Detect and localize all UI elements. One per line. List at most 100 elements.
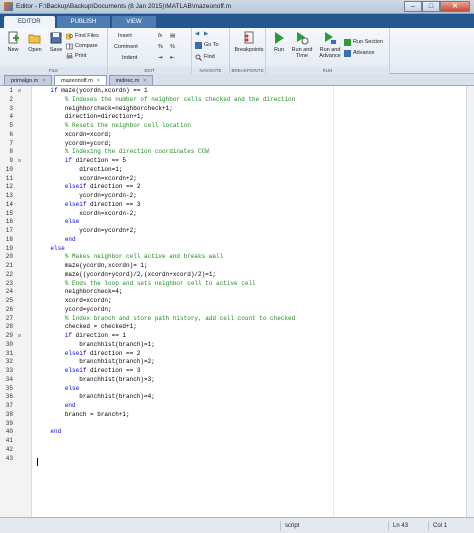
insert-button[interactable]: Insert <box>118 32 132 40</box>
comment-button[interactable]: Comment <box>114 43 138 51</box>
function-icon[interactable]: fx <box>158 32 162 40</box>
find-button[interactable]: Find <box>195 53 215 61</box>
compare-button[interactable]: Compare <box>66 42 98 50</box>
code-line[interactable]: 38 branch = branch+1; <box>0 411 460 420</box>
code-text: % Indexing the direction coordinates CCW <box>36 148 209 157</box>
find-files-button[interactable]: Find Files <box>66 32 99 40</box>
run-and-advance-button[interactable]: Run and Advance <box>316 31 344 59</box>
open-button[interactable]: Open <box>24 31 46 53</box>
code-line[interactable]: 6 xcordn=xcord; <box>0 131 460 140</box>
code-line[interactable]: 8 % Indexing the direction coordinates C… <box>0 148 460 157</box>
code-line[interactable]: 41 <box>0 437 460 446</box>
insert-section-icon[interactable]: ▤ <box>170 32 175 40</box>
code-line[interactable]: 22 maze((ycordn+ycord)/2,(xcordn+xcord)/… <box>0 271 460 280</box>
line-number: 43 <box>5 454 13 462</box>
go-to-icon <box>195 41 202 49</box>
code-line[interactable]: 9 ⊟ if direction == 5 <box>0 157 460 166</box>
tab-view[interactable]: VIEW <box>112 16 156 28</box>
code-line[interactable]: 12 elseif direction == 2 <box>0 183 460 192</box>
close-button[interactable]: ✕ <box>440 1 470 12</box>
close-tab-icon[interactable]: × <box>42 76 45 86</box>
line-number: 5 <box>9 122 13 129</box>
code-line[interactable]: 7 ycordn=ycord; <box>0 140 460 149</box>
code-line[interactable]: 29 ⊟ if direction == 1 <box>0 332 460 341</box>
code-line[interactable]: 39 <box>0 420 460 429</box>
code-line[interactable]: 40 end <box>0 428 460 437</box>
code-line[interactable]: 36 branchhist(branch)=4; <box>0 393 460 402</box>
code-line[interactable]: 32 branchhist(branch)=2; <box>0 358 460 367</box>
code-line[interactable]: 43 <box>0 455 460 464</box>
status-line: Ln 43 <box>388 521 424 531</box>
run-and-time-button[interactable]: Run and Time <box>290 31 314 59</box>
indent-icon[interactable]: ⇥ <box>158 54 163 62</box>
code-line[interactable]: 4 direction=direction+1; <box>0 113 460 122</box>
code-line[interactable]: 24 neighborcheck=4; <box>0 288 460 297</box>
code-line[interactable]: 15 xcordn=xcordn-2; <box>0 210 460 219</box>
code-token: branchhist(branch)=3; <box>79 375 155 383</box>
minimize-button[interactable]: – <box>404 1 422 12</box>
code-editor[interactable]: 1 ⊟ if maze(ycordn,xcordn) == 12 % Indexe… <box>0 86 474 517</box>
code-line[interactable]: 37 end <box>0 402 460 411</box>
code-line[interactable]: 31 elseif direction == 2 <box>0 350 460 359</box>
code-line[interactable]: 20 % Makes neighbor cell active and brea… <box>0 253 460 262</box>
comment-icon[interactable]: % <box>158 43 163 51</box>
code-line[interactable]: 16 else <box>0 218 460 227</box>
code-line[interactable]: 19 else <box>0 245 460 254</box>
code-line[interactable]: 33 elseif direction == 3 <box>0 367 460 376</box>
code-line[interactable]: 34 branchhist(branch)=3; <box>0 376 460 385</box>
tab-editor[interactable]: EDITOR <box>4 16 55 28</box>
line-number: 15 <box>5 209 13 217</box>
vertical-scrollbar[interactable] <box>466 86 474 517</box>
code-line[interactable]: 17 ycordn=ycordn+2; <box>0 227 460 236</box>
close-tab-icon[interactable]: × <box>97 76 100 86</box>
code-line[interactable]: 1 ⊟ if maze(ycordn,xcordn) == 1 <box>0 87 460 96</box>
fold-marker[interactable]: ⊟ <box>18 332 26 341</box>
file-tab-inidirec[interactable]: inidirec.m × <box>108 75 154 86</box>
code-line[interactable]: 35 else <box>0 385 460 394</box>
file-tab-mazeonoff[interactable]: mazeonoff.m × <box>54 75 107 85</box>
code-text: maze((ycordn+ycord)/2,(xcordn+xcord)/2)=… <box>36 271 216 280</box>
code-line[interactable]: 42 <box>0 446 460 455</box>
code-line[interactable]: 27 % Index branch and store path history… <box>0 315 460 324</box>
run-button[interactable]: Run <box>268 31 290 53</box>
save-button[interactable]: Save <box>45 31 67 53</box>
forward-arrow-icon[interactable]: ▶ <box>204 30 208 38</box>
line-number: 19 <box>5 244 13 252</box>
back-arrow-icon[interactable]: ◀ <box>195 30 199 38</box>
fold-marker[interactable]: ⊟ <box>18 87 26 96</box>
code-text: xcordn=xcordn-2; <box>36 210 137 219</box>
run-section-button[interactable]: Run Section <box>344 38 383 46</box>
close-tab-icon[interactable]: × <box>143 76 146 86</box>
tab-publish[interactable]: PUBLISH <box>56 16 111 28</box>
file-tab-primalgo[interactable]: primalgo.m × <box>4 75 53 86</box>
print-button[interactable]: Print <box>66 52 86 60</box>
code-line[interactable]: 28 checked = checked+1; <box>0 323 460 332</box>
code-line[interactable]: 21 maze(ycordn,xcordn)= 1; <box>0 262 460 271</box>
uncomment-icon[interactable]: % <box>170 43 175 51</box>
run-group-label: RUN <box>266 67 389 74</box>
code-line[interactable]: 18 end <box>0 236 460 245</box>
code-line[interactable]: 11 xcordn=xcordn+2; <box>0 175 460 184</box>
code-line[interactable]: 23 % Ends the loop and sets neighbor cel… <box>0 280 460 289</box>
code-line[interactable]: 13 ycordn=ycordn-2; <box>0 192 460 201</box>
breakpoints-button[interactable]: Breakpoints <box>234 31 264 53</box>
code-line[interactable]: 14 elseif direction == 3 <box>0 201 460 210</box>
indent-button[interactable]: Indent <box>122 54 137 62</box>
code-line[interactable]: 26 ycord=ycordn; <box>0 306 460 315</box>
code-line[interactable]: 2 % Indexes the number of neighbor cells… <box>0 96 460 105</box>
advance-button[interactable]: Advance <box>344 49 374 57</box>
code-line[interactable]: 5 % Resets the neighbor cell location <box>0 122 460 131</box>
new-button[interactable]: New <box>2 31 24 53</box>
code-line[interactable]: 10 direction=1; <box>0 166 460 175</box>
maximize-button[interactable]: □ <box>422 1 440 12</box>
fold-marker[interactable]: ⊟ <box>18 157 26 166</box>
navigate-group-label: NAVIGATE <box>192 67 229 74</box>
go-to-button[interactable]: Go To <box>195 41 219 49</box>
code-token: ycordn=ycord; <box>64 139 112 147</box>
code-line[interactable]: 3 neighborcheck=neighborcheck+1; <box>0 105 460 114</box>
line-number: 18 <box>5 235 13 243</box>
code-line[interactable]: 25 xcord=xcordn; <box>0 297 460 306</box>
code-token: direction == 2 <box>86 349 141 357</box>
code-line[interactable]: 30 branchhist(branch)=1; <box>0 341 460 350</box>
outdent-icon[interactable]: ⇤ <box>170 54 175 62</box>
